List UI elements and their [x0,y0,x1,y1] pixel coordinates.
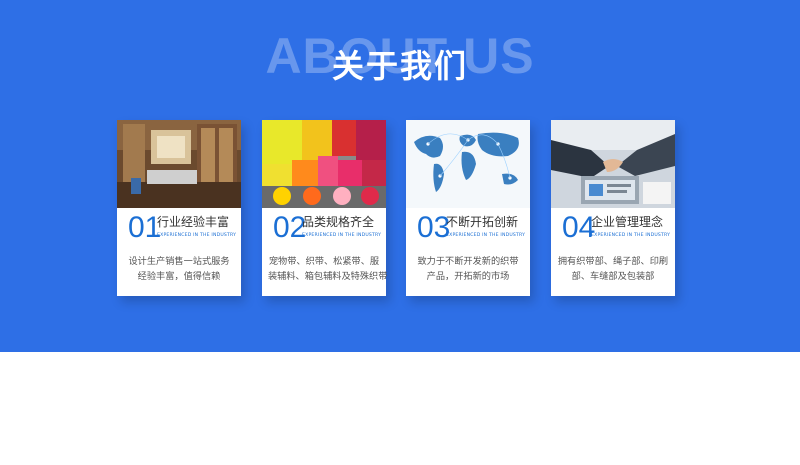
card-title: 不断开拓创新 [446,215,519,229]
card-description: 拥有织带部、绳子部、印刷 部、车缝部及包装部 [557,254,669,284]
card-title: 品类规格齐全 [302,215,375,229]
card-title: 行业经验丰富 [157,215,230,229]
world-map-photo [406,120,530,208]
card-description: 宠物带、织带、松紧带、服 装辅料、箱包辅料及特殊织带 [268,254,388,284]
description-line: 经验丰富，值得信赖 [137,271,221,282]
card-subtitle: EXPERIENCED IN THE INDUSTRY [157,233,237,238]
card-description: 致力于不断开发新的织带 产品，开拓新的市场 [412,254,524,284]
description-line: 拥有织带部、绳子部、印刷 [557,256,669,267]
feature-card-3[interactable]: 03 不断开拓创新 EXPERIENCED IN THE INDUSTRY 致力… [406,120,530,296]
card-subtitle: EXPERIENCED IN THE INDUSTRY [591,233,671,238]
card-subtitle: EXPERIENCED IN THE INDUSTRY [446,233,526,238]
webbing-rolls-photo [262,120,386,208]
handshake-photo [551,120,675,208]
description-line: 宠物带、织带、松紧带、服 [268,256,380,267]
office-interior-photo [117,120,241,208]
card-subtitle: EXPERIENCED IN THE INDUSTRY [302,233,382,238]
description-line: 装辅料、箱包辅料及特殊织带 [268,271,388,282]
card-description: 设计生产销售一站式服务 经验丰富，值得信赖 [123,254,235,284]
feature-card-2[interactable]: 02 品类规格齐全 EXPERIENCED IN THE INDUSTRY 宠物… [262,120,388,296]
description-line: 产品，开拓新的市场 [426,271,510,282]
description-line: 设计生产销售一站式服务 [128,256,230,267]
description-line: 致力于不断开发新的织带 [417,256,519,267]
about-section: ABOUT US 关于我们 01 行业经验丰富 EXPERIENCED IN T… [0,0,800,352]
card-title: 企业管理理念 [591,215,664,229]
description-line: 部、车缝部及包装部 [571,271,655,282]
feature-card-1[interactable]: 01 行业经验丰富 EXPERIENCED IN THE INDUSTRY 设计… [117,120,241,296]
feature-card-4[interactable]: 04 企业管理理念 EXPERIENCED IN THE INDUSTRY 拥有… [551,120,675,296]
page-title: 关于我们 [331,47,468,85]
